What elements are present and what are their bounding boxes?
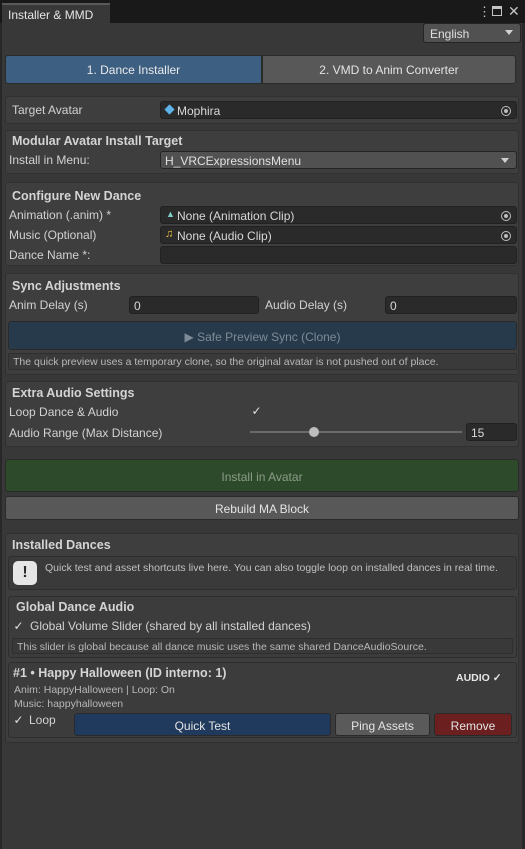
global-audio-title: Global Dance Audio xyxy=(16,600,135,614)
loop-dance-label: Loop Dance & Audio xyxy=(9,405,119,419)
cube-icon xyxy=(164,104,175,115)
audio-clip-icon: ♫ xyxy=(165,228,174,240)
dance-entry-title: #1 • Happy Halloween (ID interno: 1) xyxy=(13,666,227,680)
dance-meta-music: Music: happyhalloween xyxy=(14,698,124,710)
info-box: ! Quick test and asset shortcuts live he… xyxy=(8,556,517,590)
audio-range-track[interactable] xyxy=(250,431,462,433)
music-value: None (Audio Clip) xyxy=(177,229,272,243)
target-avatar-field[interactable]: Mophira xyxy=(160,101,517,119)
install-menu-dropdown[interactable]: H_VRCExpressionsMenu xyxy=(160,151,517,169)
new-dance-title: Configure New Dance xyxy=(12,189,142,203)
animation-clip-icon: ▲ xyxy=(166,209,175,219)
object-picker-icon[interactable] xyxy=(501,211,511,221)
info-text: Quick test and asset shortcuts live here… xyxy=(45,562,498,574)
remove-button[interactable]: Remove xyxy=(434,713,512,736)
maximize-icon[interactable] xyxy=(492,6,502,16)
animation-field[interactable]: ▲ None (Animation Clip) xyxy=(160,206,517,224)
safe-preview-button[interactable]: ▶ Safe Preview Sync (Clone) xyxy=(8,321,517,350)
audio-range-input[interactable]: 15 xyxy=(466,423,517,441)
info-icon: ! xyxy=(13,561,37,585)
preview-note: The quick preview uses a temporary clone… xyxy=(8,353,517,370)
language-selected: English xyxy=(430,27,470,41)
loop-dance-checkbox[interactable]: ✓ xyxy=(250,405,263,418)
dance-loop-checkbox[interactable]: ✓ xyxy=(12,714,25,727)
animation-value: None (Animation Clip) xyxy=(177,209,295,223)
audio-range-label: Audio Range (Max Distance) xyxy=(9,426,163,440)
installed-title: Installed Dances xyxy=(12,538,111,552)
kebab-menu-icon[interactable]: ⋮ xyxy=(478,4,491,20)
install-menu-value: H_VRCExpressionsMenu xyxy=(165,154,302,168)
anim-delay-label: Anim Delay (s) xyxy=(9,298,88,312)
ping-assets-button[interactable]: Ping Assets xyxy=(335,713,430,736)
target-avatar-label: Target Avatar xyxy=(12,103,83,117)
global-volume-label: Global Volume Slider (shared by all inst… xyxy=(30,619,311,633)
window-tab[interactable]: Installer & MMD xyxy=(2,3,110,23)
rebuild-ma-button[interactable]: Rebuild MA Block xyxy=(5,496,519,520)
global-volume-checkbox[interactable]: ✓ xyxy=(12,620,25,633)
install-menu-label: Install in Menu: xyxy=(9,153,90,167)
anim-delay-input[interactable]: 0 xyxy=(129,296,259,314)
dance-loop-label: Loop xyxy=(29,713,56,727)
dance-name-label: Dance Name *: xyxy=(9,248,91,262)
quick-test-button[interactable]: Quick Test xyxy=(74,713,331,736)
music-field[interactable]: ♫ None (Audio Clip) xyxy=(160,226,517,244)
object-picker-icon[interactable] xyxy=(501,231,511,241)
ma-target-title: Modular Avatar Install Target xyxy=(12,134,183,148)
audio-delay-label: Audio Delay (s) xyxy=(265,298,348,312)
tab-dance-installer[interactable]: 1. Dance Installer xyxy=(5,55,262,84)
audio-range-thumb[interactable] xyxy=(308,427,319,437)
dance-meta-anim: Anim: HappyHalloween | Loop: On xyxy=(14,684,175,696)
audio-delay-input[interactable]: 0 xyxy=(385,296,517,314)
install-avatar-button[interactable]: Install in Avatar xyxy=(5,459,519,492)
music-label: Music (Optional) xyxy=(9,228,97,242)
language-dropdown[interactable]: English xyxy=(423,23,521,43)
chevron-down-icon xyxy=(501,158,509,163)
tab-vmd-converter[interactable]: 2. VMD to Anim Converter xyxy=(262,55,516,84)
audio-status-badge: AUDIO ✓ xyxy=(456,672,502,684)
chevron-down-icon xyxy=(505,30,513,35)
object-picker-icon[interactable] xyxy=(501,106,511,116)
extra-audio-title: Extra Audio Settings xyxy=(12,386,135,400)
sync-title: Sync Adjustments xyxy=(12,279,121,293)
global-audio-note: This slider is global because all dance … xyxy=(12,638,513,654)
target-avatar-value: Mophira xyxy=(177,104,221,118)
close-icon[interactable]: ✕ xyxy=(508,3,520,20)
dance-name-input[interactable] xyxy=(160,246,517,264)
animation-label: Animation (.anim) * xyxy=(9,208,112,222)
